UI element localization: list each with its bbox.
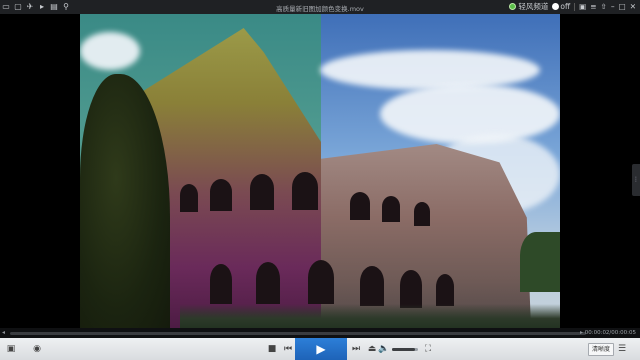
cloud [80,32,140,70]
cloud [380,84,560,144]
eye-icon[interactable]: ◉ [28,338,46,360]
arch [308,260,334,304]
minimize-icon[interactable]: – [611,2,615,11]
maximize-icon[interactable]: □ [619,2,626,11]
arch [210,179,232,211]
arch [180,184,198,212]
progress-track[interactable] [10,332,586,335]
time-readout: 00:00:02/00:00:05 [584,330,636,336]
stop-button[interactable]: ■ [266,338,278,360]
arch [292,172,318,210]
arch [350,192,370,220]
arch [400,270,422,308]
arch [250,174,274,210]
play-button[interactable]: ▶ [295,338,347,360]
quality-button[interactable]: 清晰度 [588,343,614,356]
toggle-label: off [560,2,571,11]
volume-level [392,348,416,351]
camera-icon[interactable]: ▣ [4,338,18,360]
volume-slider[interactable] [392,348,418,351]
eject-icon[interactable]: ⏏ [366,338,378,360]
tree-hill [520,232,560,292]
volume-icon[interactable]: 🔈 [378,338,390,360]
channel-label: 轻风频道 [518,2,549,11]
colosseum-right [321,144,531,328]
arch [210,264,232,304]
arch [256,262,280,304]
previous-button[interactable]: ⏮ [282,338,294,360]
toggle-knob [552,3,560,10]
seek-forward-icon[interactable]: ▸ [580,329,583,337]
video-frame[interactable] [80,14,560,328]
arch [382,196,400,222]
arch [436,274,454,306]
crowd [180,304,560,328]
seek-back-icon[interactable]: ◂ [2,329,5,337]
playlist-icon[interactable]: ☰ [616,338,628,360]
close-icon[interactable]: ✕ [630,2,636,11]
right-toolbar: 轻风频道 off ▣ ≡ ⇧ – □ ✕ [509,2,636,11]
arch [360,266,384,306]
side-panel-handle[interactable]: ⋮ [632,164,640,196]
control-bar: ▣ ◉ ■ ⏮ ▶ ⏭ ⏏ 🔈 ⛶ 清晰度 ☰ [0,338,640,360]
font-icon[interactable]: ⇧ [601,2,607,11]
arch [414,202,430,226]
skin-icon[interactable]: ▣ [579,2,586,11]
fullscreen-icon[interactable]: ⛶ [422,338,434,360]
cloud [320,50,540,90]
progress-bar[interactable]: ◂ ▸ 00:00:02/00:00:05 [0,328,640,338]
next-button[interactable]: ⏭ [350,338,362,360]
menu-icon[interactable]: ≡ [590,2,596,11]
channel-button[interactable]: 轻风频道 [509,2,548,11]
divider [574,2,576,11]
leaf-icon [509,3,517,10]
off-toggle[interactable]: off [552,2,570,11]
title-bar: ▭ ▢ ✈ ▸ ▤ ⚲ 高质量新旧图加颜色变换.mov 轻风频道 off ▣ ≡… [0,0,640,14]
